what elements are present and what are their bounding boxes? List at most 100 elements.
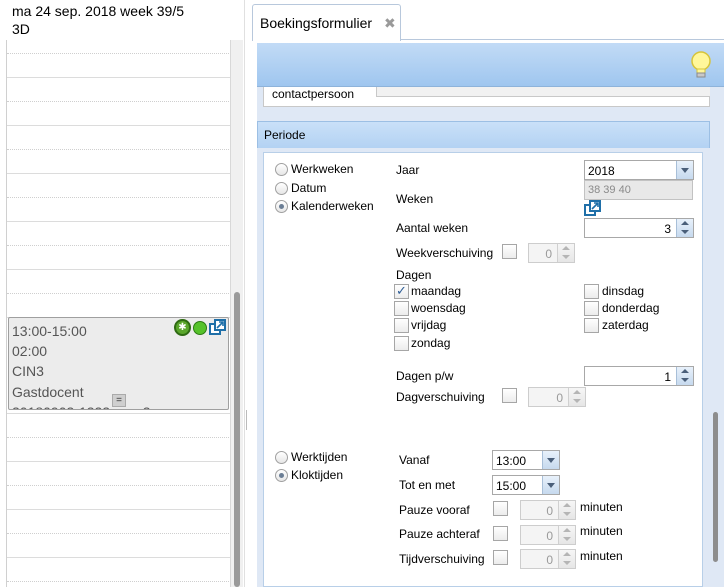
- jaar-select[interactable]: 2018: [584, 160, 694, 180]
- spinner-icon[interactable]: [558, 501, 575, 519]
- grid-line: [7, 53, 231, 54]
- grid-line: [7, 581, 231, 582]
- day-checkbox-vrijdag[interactable]: [394, 318, 409, 333]
- close-icon[interactable]: ✖: [384, 15, 396, 32]
- appointment-time: 13:00-15:00: [12, 323, 87, 339]
- grid-line: [7, 77, 231, 78]
- tab-boekingsformulier[interactable]: Boekingsformulier ✖: [252, 4, 401, 41]
- pane-splitter[interactable]: [244, 0, 252, 587]
- tijdverschuiving-value: 0: [546, 553, 553, 567]
- weekverschuiving-stepper[interactable]: 0: [528, 243, 575, 263]
- chevron-down-icon[interactable]: [542, 476, 559, 494]
- appointment-reference: 20180903-1322: [12, 404, 110, 409]
- pauze-vooraf-checkbox[interactable]: [493, 501, 508, 516]
- aantal-weken-value: 3: [664, 222, 671, 236]
- radio-datum[interactable]: [275, 182, 288, 195]
- tot-en-met-select[interactable]: 15:00: [492, 475, 560, 495]
- appointment-more-button[interactable]: =: [112, 394, 126, 407]
- spinner-icon[interactable]: [557, 244, 574, 262]
- scrollbar-thumb[interactable]: [713, 412, 718, 562]
- weken-label: Weken: [396, 192, 434, 206]
- tijdverschuiving-label: Tijdverschuiving: [399, 552, 485, 566]
- tijdverschuiving-checkbox[interactable]: [493, 550, 508, 565]
- day-label: zondag: [411, 336, 451, 350]
- day-checkbox-zaterdag[interactable]: [584, 318, 599, 333]
- pauze-vooraf-stepper[interactable]: 0: [520, 500, 576, 520]
- aantal-weken-stepper[interactable]: 3: [584, 218, 694, 238]
- aantal-weken-label: Aantal weken: [396, 221, 469, 235]
- spinner-icon[interactable]: [558, 526, 575, 544]
- periode-section-header[interactable]: Periode: [257, 121, 710, 148]
- vanaf-select[interactable]: 13:00: [492, 450, 560, 470]
- grid-line: [7, 197, 231, 198]
- tab-title: Boekingsformulier: [260, 15, 373, 31]
- dagverschuiving-stepper[interactable]: 0: [528, 387, 586, 407]
- day-label: woensdag: [411, 301, 466, 315]
- weken-field: 38 39 40: [584, 180, 693, 200]
- radio-label: Datum: [291, 181, 327, 195]
- form-header-bar: [257, 43, 724, 87]
- contactpersoon-label: contactpersoon: [272, 87, 355, 101]
- appointment-room: CIN3: [12, 363, 44, 379]
- grid-line: [7, 245, 231, 246]
- recurring-icon[interactable]: ✱: [174, 319, 191, 336]
- day-checkbox-donderdag[interactable]: [584, 301, 599, 316]
- day-checkbox-maandag[interactable]: [394, 283, 409, 299]
- calendar-date-label: ma 24 sep. 2018 week 39/5: [12, 3, 185, 19]
- day-checkbox-dinsdag[interactable]: [584, 284, 599, 299]
- dagverschuiving-checkbox[interactable]: [502, 388, 517, 403]
- tot-en-met-value: 15:00: [496, 479, 527, 493]
- spinner-icon[interactable]: [568, 388, 585, 406]
- pauze-achteraf-stepper[interactable]: 0: [520, 525, 576, 545]
- grid-line: [7, 533, 231, 534]
- weken-value: 38 39 40: [588, 184, 631, 196]
- appointment-duration: 02:00: [12, 343, 48, 359]
- radio-label: Kalenderweken: [291, 199, 374, 213]
- grid-line: [7, 509, 231, 510]
- spinner-icon[interactable]: [558, 550, 575, 568]
- dagverschuiving-label: Dagverschuiving: [396, 390, 485, 404]
- grid-line: [7, 269, 231, 270]
- spinner-icon[interactable]: [676, 219, 693, 237]
- form-scrollbar[interactable]: [710, 87, 724, 587]
- day-checkbox-woensdag[interactable]: [394, 301, 409, 316]
- grid-line: [7, 293, 231, 294]
- radio-label: Werktijden: [291, 450, 348, 464]
- jaar-label: Jaar: [396, 163, 420, 177]
- radio-werktijden[interactable]: [275, 451, 288, 464]
- chevron-down-icon[interactable]: [676, 161, 693, 179]
- radio-label: Kloktijden: [291, 468, 344, 482]
- radio-kloktijden[interactable]: [275, 469, 288, 482]
- appointment-role: Gastdocent: [12, 384, 84, 400]
- scrollbar-thumb[interactable]: [234, 292, 240, 587]
- day-checkbox-zondag[interactable]: [394, 336, 409, 351]
- appointment-reference-tail: _3: [135, 404, 151, 409]
- unit-label: minuten: [580, 524, 623, 538]
- jaar-value: 2018: [588, 164, 615, 178]
- pauze-achteraf-label: Pauze achteraf: [399, 527, 480, 541]
- radio-kalenderweken[interactable]: [275, 200, 288, 213]
- calendar-scrollbar[interactable]: [230, 40, 243, 587]
- grid-line: [7, 461, 231, 462]
- grid-line: [7, 173, 231, 174]
- dagen-pw-stepper[interactable]: 1: [584, 366, 694, 386]
- weekverschuiving-label: Weekverschuiving: [396, 246, 494, 260]
- calendar-grid[interactable]: [6, 40, 231, 587]
- spinner-icon[interactable]: [676, 367, 693, 385]
- chevron-down-icon[interactable]: [542, 451, 559, 469]
- vanaf-label: Vanaf: [399, 453, 430, 467]
- calendar-view-label: 3D: [12, 21, 30, 37]
- open-link-icon[interactable]: [209, 319, 226, 336]
- grid-line: [7, 221, 231, 222]
- weekverschuiving-checkbox[interactable]: [502, 244, 517, 259]
- lightbulb-icon[interactable]: [689, 50, 713, 83]
- tijdverschuiving-stepper[interactable]: 0: [520, 549, 576, 569]
- appointment-block[interactable]: 13:00-15:00 02:00 CIN3 Gastdocent 201809…: [8, 317, 229, 410]
- open-weken-icon[interactable]: [584, 200, 601, 220]
- dagen-pw-value: 1: [664, 370, 671, 384]
- pauze-achteraf-checkbox[interactable]: [493, 526, 508, 541]
- pauze-vooraf-label: Pauze vooraf: [399, 503, 470, 517]
- day-label: maandag: [411, 284, 462, 298]
- radio-label: Werkweken: [291, 162, 354, 176]
- radio-werkweken[interactable]: [275, 163, 288, 176]
